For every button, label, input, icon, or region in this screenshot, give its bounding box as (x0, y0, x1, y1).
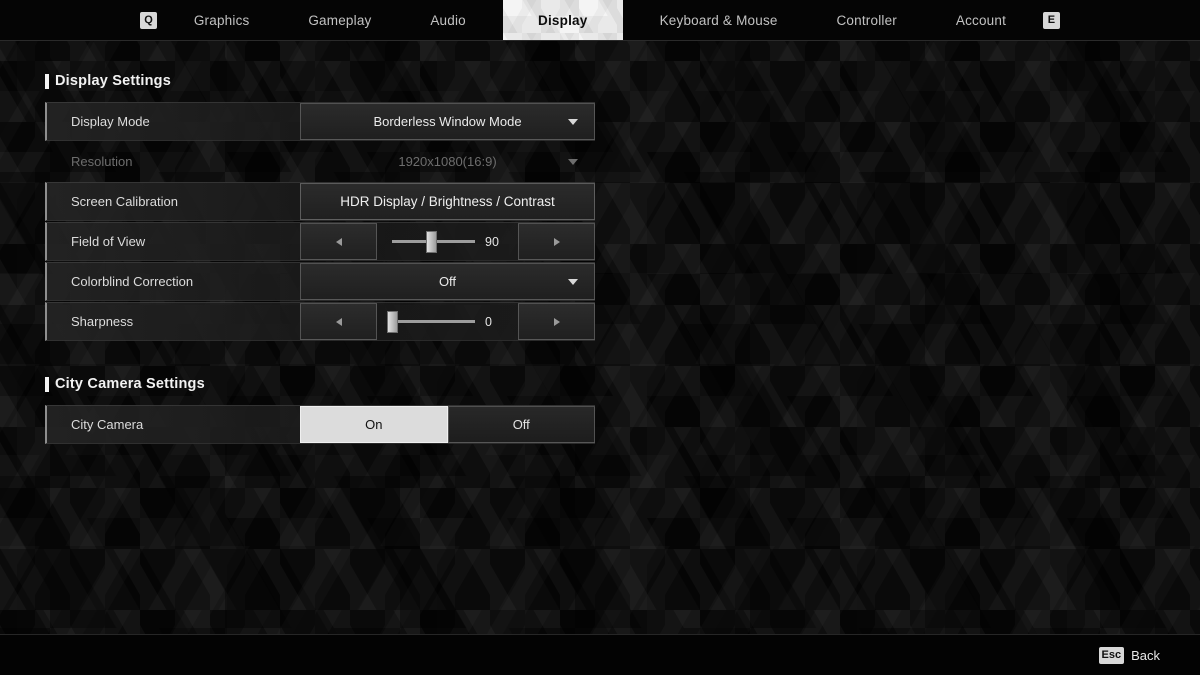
display-mode-value: Borderless Window Mode (373, 114, 522, 129)
display-settings-rows: Display Mode Borderless Window Mode Reso… (45, 102, 595, 341)
chevron-down-icon (568, 118, 578, 125)
chevron-down-icon (568, 158, 578, 165)
row-city-camera-label: City Camera (71, 417, 144, 432)
section-accent-bar (45, 73, 49, 89)
sharpness-stepper: 0 (300, 303, 595, 340)
sharpness-increase-button[interactable] (518, 303, 595, 340)
row-colorblind-correction-control: Off (300, 263, 595, 300)
row-screen-calibration-label: Screen Calibration (71, 194, 178, 209)
field-of-view-value: 90 (485, 234, 499, 249)
row-colorblind-correction[interactable]: Colorblind Correction Off (45, 262, 595, 301)
field-of-view-slider-thumb[interactable] (426, 230, 437, 253)
tab-audio-label: Audio (430, 12, 466, 28)
row-city-camera[interactable]: City Camera On Off (45, 405, 595, 444)
tab-account[interactable]: Account (934, 0, 1028, 40)
section-header-city-camera-settings: City Camera Settings (45, 376, 1200, 392)
row-display-mode-label: Display Mode (71, 114, 150, 129)
row-display-mode-control: Borderless Window Mode (300, 103, 595, 140)
city-camera-option-on[interactable]: On (300, 406, 448, 443)
city-camera-option-off[interactable]: Off (447, 406, 595, 443)
screen-calibration-button[interactable]: HDR Display / Brightness / Contrast (300, 183, 595, 220)
colorblind-correction-value: Off (438, 274, 457, 289)
tab-audio[interactable]: Audio (408, 0, 488, 40)
arrow-left-icon (335, 237, 342, 246)
field-of-view-decrease-button[interactable] (300, 223, 377, 260)
row-field-of-view-label: Field of View (71, 234, 146, 249)
chevron-down-icon (568, 278, 578, 285)
screen-calibration-value: HDR Display / Brightness / Contrast (340, 194, 555, 209)
row-resolution: Resolution 1920x1080(16:9) (45, 142, 595, 181)
row-resolution-control: 1920x1080(16:9) (300, 143, 595, 180)
sharpness-slider-thumb[interactable] (387, 310, 398, 333)
tab-gameplay-label: Gameplay (308, 12, 372, 28)
settings-content: Display Settings Display Mode Borderless… (0, 73, 1200, 666)
arrow-left-icon (335, 317, 342, 326)
row-screen-calibration[interactable]: Screen Calibration HDR Display / Brightn… (45, 182, 595, 221)
city-camera-settings-rows: City Camera On Off (45, 405, 595, 444)
tab-account-label: Account (955, 12, 1007, 28)
arrow-right-icon (553, 317, 560, 326)
field-of-view-increase-button[interactable] (518, 223, 595, 260)
row-field-of-view-control: 90 (300, 223, 595, 260)
tab-graphics[interactable]: Graphics (172, 0, 272, 40)
city-camera-option-on-label: On (365, 417, 383, 432)
nav-tabs-container: Q Graphics Gameplay Audio Display Keyboa… (0, 0, 1200, 40)
row-sharpness[interactable]: Sharpness 0 (45, 302, 595, 341)
row-display-mode[interactable]: Display Mode Borderless Window Mode (45, 102, 595, 141)
field-of-view-slider[interactable]: 90 (377, 223, 518, 260)
tab-controller-label: Controller (836, 12, 898, 28)
back-label: Back (1131, 647, 1160, 663)
row-resolution-label: Resolution (71, 154, 133, 169)
tab-display-label: Display (538, 12, 588, 28)
sharpness-slider[interactable]: 0 (377, 303, 518, 340)
city-camera-option-off-label: Off (512, 417, 530, 432)
tab-display[interactable]: Display (503, 0, 623, 40)
field-of-view-slider-track[interactable] (392, 230, 475, 253)
section-title-text: City Camera Settings (55, 376, 205, 392)
esc-key-badge: Esc (1098, 646, 1125, 664)
row-sharpness-label: Sharpness (71, 314, 134, 329)
top-navigation-bar: Q Graphics Gameplay Audio Display Keyboa… (0, 0, 1200, 41)
row-city-camera-control: On Off (300, 406, 595, 443)
sharpness-decrease-button[interactable] (300, 303, 377, 340)
sharpness-slider-track[interactable] (387, 310, 475, 333)
next-tab-key-badge[interactable]: E (1042, 11, 1060, 29)
section-accent-bar (45, 376, 49, 392)
tab-controller[interactable]: Controller (814, 0, 919, 40)
row-colorblind-correction-label: Colorblind Correction (71, 274, 194, 289)
display-mode-select[interactable]: Borderless Window Mode (300, 103, 595, 140)
tab-gameplay[interactable]: Gameplay (286, 0, 393, 40)
tab-graphics-label: Graphics (193, 12, 250, 28)
back-hint[interactable]: Esc Back (1098, 646, 1160, 664)
resolution-select: 1920x1080(16:9) (300, 143, 595, 180)
resolution-value: 1920x1080(16:9) (398, 154, 497, 169)
section-header-display-settings: Display Settings (45, 73, 1200, 89)
city-camera-toggle: On Off (300, 406, 595, 443)
footer-bar: Esc Back (0, 634, 1200, 675)
section-title-text: Display Settings (55, 73, 172, 89)
tab-keyboard-mouse[interactable]: Keyboard & Mouse (638, 0, 800, 40)
row-sharpness-control: 0 (300, 303, 595, 340)
colorblind-correction-select[interactable]: Off (300, 263, 595, 300)
row-field-of-view[interactable]: Field of View 90 (45, 222, 595, 261)
field-of-view-stepper: 90 (300, 223, 595, 260)
arrow-right-icon (553, 237, 560, 246)
row-screen-calibration-control: HDR Display / Brightness / Contrast (300, 183, 595, 220)
tab-keyboard-mouse-label: Keyboard & Mouse (659, 12, 778, 28)
prev-tab-key-badge[interactable]: Q (140, 11, 157, 29)
sharpness-value: 0 (485, 314, 492, 329)
